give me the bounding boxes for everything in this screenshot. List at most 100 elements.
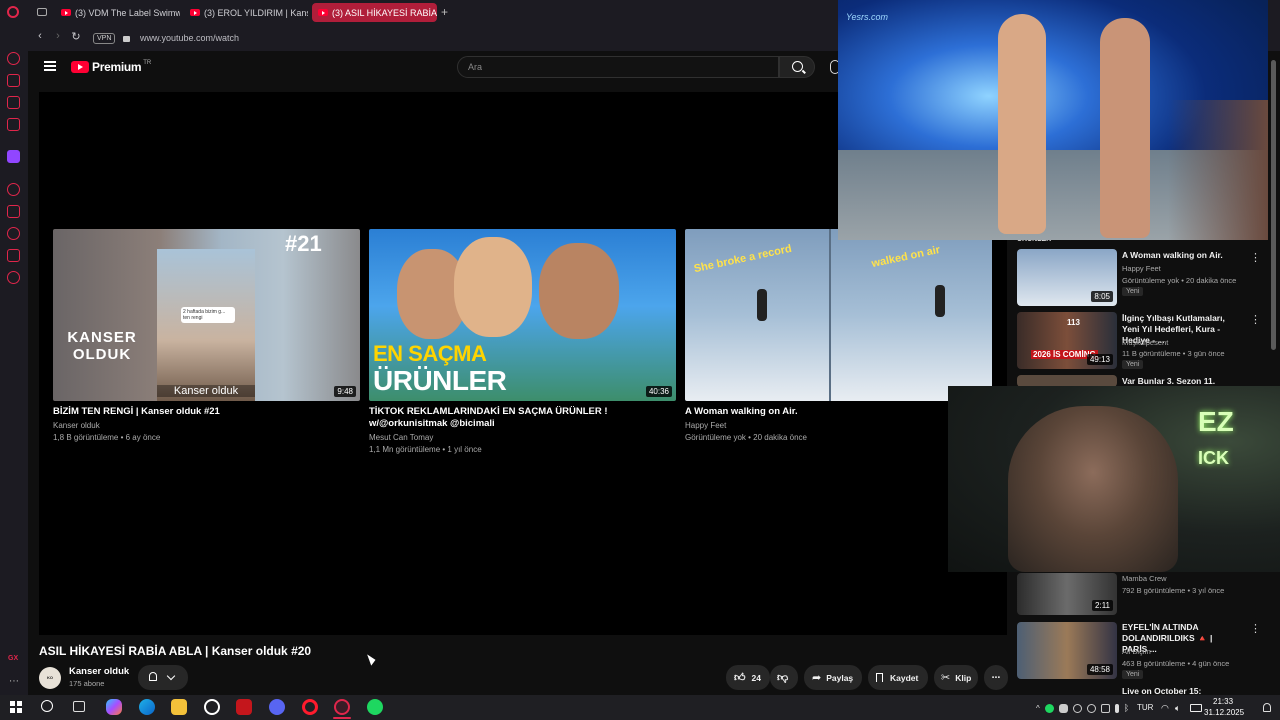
app-icon[interactable] bbox=[236, 699, 252, 715]
save-button[interactable]: Kaydet bbox=[868, 665, 928, 690]
related-thumbnail[interactable]: 2:11 bbox=[1017, 573, 1117, 615]
sidebar-twitch-icon[interactable] bbox=[7, 150, 20, 163]
spotify-icon[interactable] bbox=[367, 699, 383, 715]
opera-gx-active-icon[interactable] bbox=[334, 699, 350, 715]
sidebar-bag-icon[interactable] bbox=[7, 74, 20, 87]
duration-badge: 49:13 bbox=[1086, 354, 1113, 365]
sidebar-extensions-icon[interactable] bbox=[7, 249, 20, 262]
wifi-icon[interactable]: ◠ bbox=[1161, 703, 1169, 714]
copilot-icon[interactable] bbox=[106, 699, 122, 715]
task-view-icon[interactable] bbox=[73, 701, 85, 712]
browser-tab[interactable]: (3) VDM The Label Swimw bbox=[55, 3, 180, 22]
clock-time[interactable]: 21:33 bbox=[1213, 697, 1233, 706]
sidebar-bookmark-icon[interactable] bbox=[7, 205, 20, 218]
endscreen-title[interactable]: TİKTOK REKLAMLARINDAKİ EN SAÇMA ÜRÜNLER … bbox=[369, 406, 674, 430]
more-options-icon[interactable]: ⋮ bbox=[1250, 251, 1261, 264]
sidebar-player-icon[interactable] bbox=[7, 96, 20, 109]
menu-icon[interactable] bbox=[44, 61, 56, 71]
sidebar-messenger-icon[interactable] bbox=[7, 118, 20, 131]
sidebar-more-icon[interactable]: ⋯ bbox=[9, 676, 19, 687]
sidebar-history-icon[interactable] bbox=[7, 183, 20, 196]
share-button[interactable]: ➦ Paylaş bbox=[804, 665, 862, 690]
thumbnail-text: ÜRÜNLER bbox=[373, 365, 507, 396]
back-icon[interactable]: ‹ bbox=[32, 30, 48, 42]
endscreen-thumbnail[interactable]: EN SAÇMA ÜRÜNLER 40:36 bbox=[369, 229, 676, 401]
steam-tray-icon[interactable] bbox=[1086, 703, 1096, 713]
related-meta: 11 B görüntüleme • 3 gün önce bbox=[1122, 349, 1225, 358]
related-title[interactable]: Live on October 15: Victoria's ... bbox=[1122, 686, 1240, 694]
endscreen-thumbnail[interactable]: She broke a record walked on air bbox=[685, 229, 992, 401]
sidebar-settings-icon[interactable] bbox=[7, 271, 20, 284]
like-button[interactable]: 👍︎ 24 bbox=[726, 665, 770, 690]
sidebar-speed-icon[interactable] bbox=[7, 52, 20, 65]
forward-icon[interactable]: › bbox=[50, 30, 66, 42]
browser-tab[interactable]: (3) EROL YILDIRIM | Kanse bbox=[184, 3, 308, 22]
sidebar-gx-label[interactable]: GX bbox=[8, 655, 18, 662]
more-options-icon[interactable]: ⋮ bbox=[1250, 313, 1261, 326]
windows-start-icon[interactable] bbox=[10, 701, 22, 713]
streamer-figure bbox=[1008, 406, 1178, 572]
related-channel[interactable]: Ali Biçim bbox=[1122, 646, 1151, 657]
network-tray-icon[interactable] bbox=[1072, 703, 1082, 713]
mouse-cursor-icon bbox=[367, 652, 377, 666]
page-scrollbar[interactable] bbox=[1271, 60, 1276, 350]
endscreen-channel[interactable]: Happy Feet bbox=[685, 420, 726, 432]
microphone-icon[interactable] bbox=[1114, 703, 1119, 713]
channel-avatar[interactable]: KO bbox=[39, 667, 61, 689]
video-title: ASIL HİKAYESİ RABİA ABLA | Kanser olduk … bbox=[39, 644, 312, 658]
related-channel[interactable]: Mamba Crew bbox=[1122, 573, 1167, 584]
more-actions-button[interactable]: ⋯ bbox=[984, 665, 1008, 690]
dislike-button[interactable]: 👎︎ bbox=[770, 665, 798, 690]
endscreen-channel[interactable]: Kanser olduk bbox=[53, 420, 100, 432]
related-thumbnail[interactable]: 48:58 bbox=[1017, 622, 1117, 679]
endscreen-thumbnail[interactable]: #21 KANSER OLDUK 2 haftada bizim g... te… bbox=[53, 229, 360, 401]
spotify-tray-icon[interactable] bbox=[1044, 703, 1054, 713]
related-channel[interactable]: Happy Feet bbox=[1122, 263, 1161, 274]
search-button[interactable] bbox=[779, 56, 815, 78]
battery-icon[interactable] bbox=[1190, 704, 1202, 712]
opera-icon[interactable] bbox=[302, 699, 318, 715]
opera-gx-icon[interactable] bbox=[204, 699, 220, 715]
url-field[interactable]: www.youtube.com/watch bbox=[140, 33, 239, 43]
opera-logo-icon[interactable] bbox=[7, 6, 19, 18]
related-channel[interactable]: Müşkülpesent bbox=[1122, 337, 1168, 348]
new-tab-icon[interactable]: + bbox=[441, 5, 448, 19]
tray-chevron-icon[interactable]: ^ bbox=[1036, 704, 1040, 713]
related-thumbnail[interactable]: 8:05 bbox=[1017, 249, 1117, 306]
search-taskbar-icon[interactable] bbox=[41, 700, 53, 712]
reload-icon[interactable]: ↻ bbox=[68, 30, 84, 43]
file-explorer-icon[interactable] bbox=[171, 699, 187, 715]
volume-icon[interactable]: 🔈︎ bbox=[1175, 703, 1180, 714]
discord-icon[interactable] bbox=[269, 699, 285, 715]
sidebar-clock-icon[interactable] bbox=[7, 227, 20, 240]
taskbar-active-indicator bbox=[333, 717, 351, 719]
related-thumbnail[interactable]: 2026 İS COMİNG 113 49:13 bbox=[1017, 312, 1117, 369]
shield-tray-icon[interactable] bbox=[1100, 703, 1110, 713]
youtube-logo[interactable]: Premium TR bbox=[71, 60, 151, 74]
browser-tab-active[interactable]: (3) ASIL HİKAYESİ RABİA A bbox=[312, 3, 437, 22]
subscribe-bell-button[interactable] bbox=[138, 665, 188, 690]
channel-name[interactable]: Kanser olduk bbox=[69, 666, 129, 677]
endscreen-channel[interactable]: Mesut Can Tomay bbox=[369, 432, 433, 444]
thumbnail-badge: #21 bbox=[285, 231, 322, 256]
discord-tray-icon[interactable] bbox=[1058, 703, 1068, 713]
notification-icon[interactable] bbox=[1263, 703, 1271, 712]
bluetooth-icon[interactable]: ᛒ bbox=[1124, 703, 1129, 713]
clip-button[interactable]: ✂ Klip bbox=[934, 665, 978, 690]
tab-label: (3) VDM The Label Swimw bbox=[75, 7, 180, 18]
endscreen-title[interactable]: A Woman walking on Air. bbox=[685, 406, 990, 418]
picture-in-picture-video[interactable]: Yesrs.com bbox=[838, 0, 1268, 240]
endscreen-title[interactable]: BİZİM TEN RENGİ | Kanser olduk #21 bbox=[53, 406, 358, 418]
lock-icon[interactable] bbox=[123, 36, 130, 42]
clock-date[interactable]: 31.12.2025 bbox=[1204, 708, 1244, 717]
runway-audience bbox=[1168, 100, 1268, 240]
system-tray: ^ ᛒ bbox=[1036, 703, 1129, 713]
edge-icon[interactable] bbox=[139, 699, 155, 715]
search-input[interactable]: Ara bbox=[457, 56, 779, 78]
vpn-badge[interactable]: VPN bbox=[93, 33, 116, 44]
related-title[interactable]: A Woman walking on Air. bbox=[1122, 250, 1240, 261]
workspaces-icon[interactable] bbox=[37, 8, 47, 16]
duration-badge: 9:48 bbox=[334, 386, 356, 397]
language-indicator[interactable]: TUR bbox=[1137, 703, 1153, 712]
more-options-icon[interactable]: ⋮ bbox=[1250, 622, 1261, 635]
